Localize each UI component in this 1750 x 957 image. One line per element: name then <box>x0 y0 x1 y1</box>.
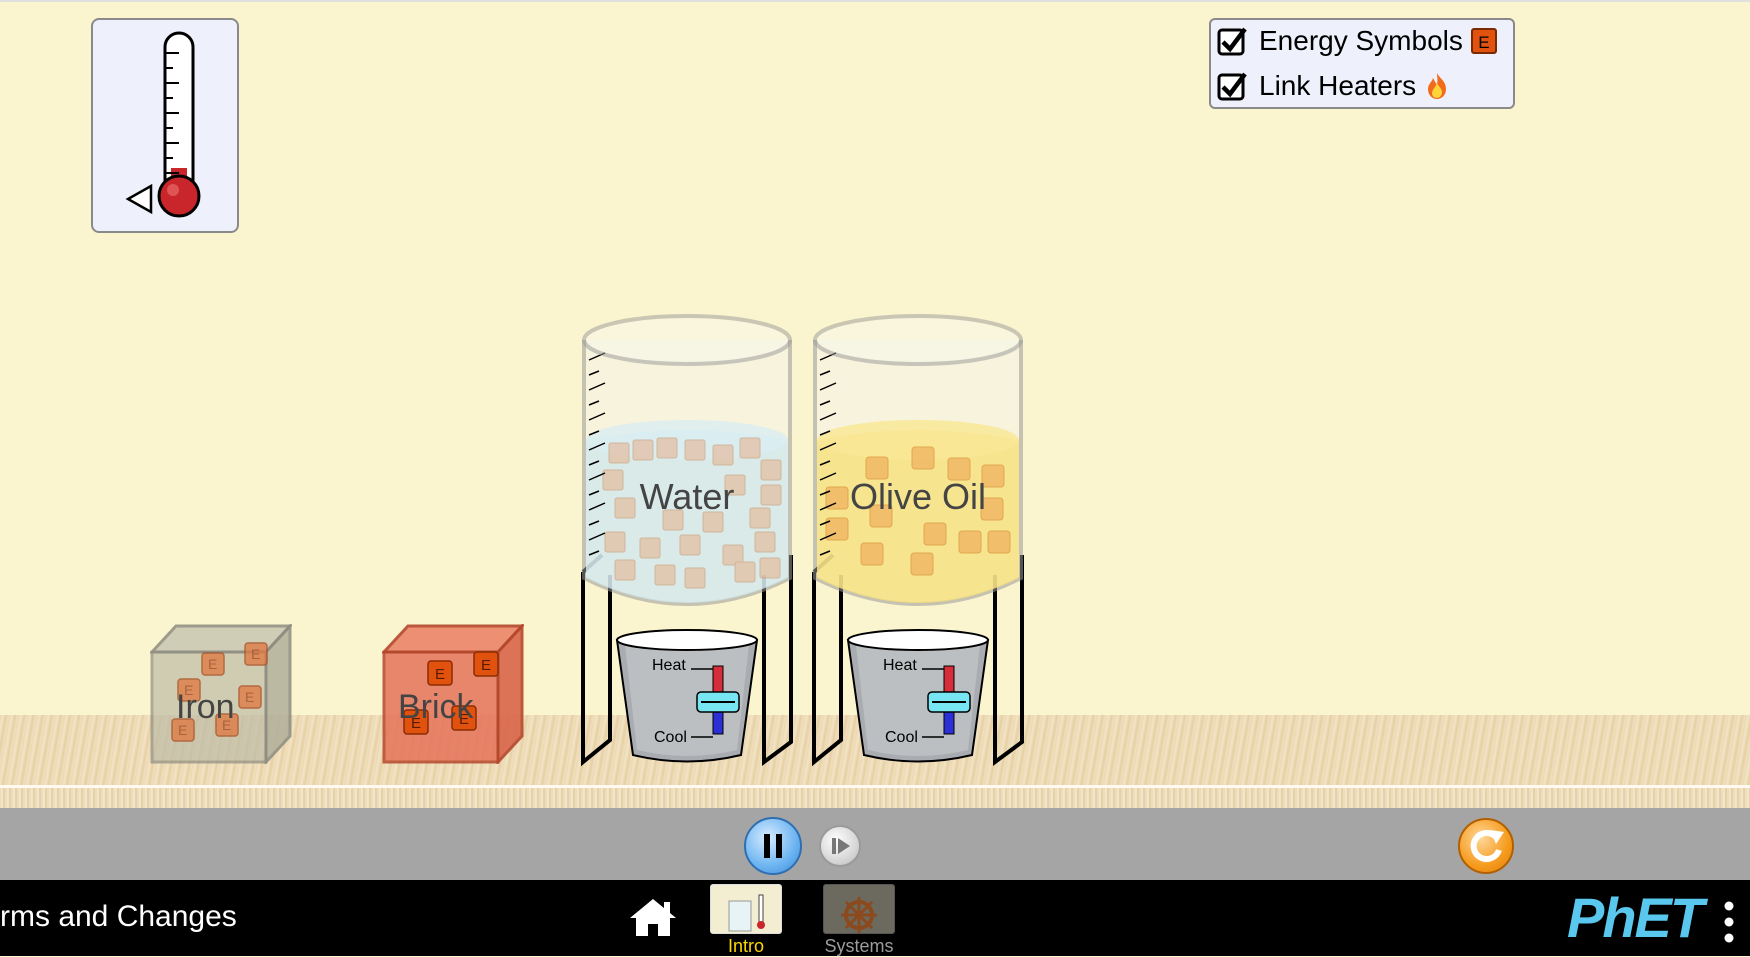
water-label: Water <box>639 476 735 517</box>
checkbox-checked-icon[interactable] <box>1217 71 1247 101</box>
options-panel: Energy Symbols E Link Heaters <box>1209 18 1515 109</box>
svg-text:E: E <box>245 689 254 705</box>
reset-all-button[interactable] <box>1458 818 1514 874</box>
olive-oil-label: Olive Oil <box>849 476 987 517</box>
ship-wheel-icon <box>841 897 877 933</box>
water-beaker-assembly <box>581 314 793 767</box>
tab-intro-label: Intro <box>727 936 765 956</box>
checkbox-checked-icon[interactable] <box>1217 26 1247 56</box>
step-forward-button[interactable] <box>819 825 861 867</box>
energy-symbols-checkbox[interactable]: Energy Symbols E <box>1217 21 1497 61</box>
cool-label: Cool <box>885 729 918 746</box>
step-forward-icon <box>832 838 850 854</box>
flame-icon <box>1428 73 1447 99</box>
menu-icon[interactable] <box>1724 900 1734 944</box>
intro-thumbnail <box>710 884 782 934</box>
tab-systems[interactable]: Systems <box>822 884 896 957</box>
brick-block[interactable]: EEEE Brick <box>380 622 526 766</box>
table-edge <box>0 785 1750 808</box>
svg-text:E: E <box>251 646 260 662</box>
iron-label: Iron <box>176 688 235 726</box>
brick-label: Brick <box>398 688 474 726</box>
systems-thumbnail <box>823 884 895 934</box>
heat-label: Heat <box>883 657 917 674</box>
pause-button[interactable] <box>744 817 802 875</box>
thermometer-toolbox[interactable] <box>91 18 239 233</box>
link-heaters-label: Link Heaters <box>1259 70 1417 101</box>
energy-symbols-label: Energy Symbols <box>1259 25 1463 56</box>
iron-block[interactable]: EEE EEE Iron <box>148 622 294 766</box>
svg-text:E: E <box>208 656 217 672</box>
olive-oil-heater-slider[interactable] <box>928 690 972 714</box>
energy-chunk-icon: E <box>1470 28 1497 54</box>
svg-text:E: E <box>435 666 445 683</box>
svg-text:E: E <box>481 657 491 674</box>
tab-systems-label: Systems <box>824 936 894 956</box>
water-heater-slider[interactable] <box>697 690 741 714</box>
sim-title: rms and Changes <box>0 900 237 933</box>
pause-icon <box>764 834 782 858</box>
tab-intro[interactable]: Intro <box>709 884 783 957</box>
olive-oil-beaker-assembly <box>812 314 1024 767</box>
thermometer-icon[interactable] <box>91 18 239 233</box>
cool-label: Cool <box>654 729 687 746</box>
link-heaters-checkbox[interactable]: Link Heaters <box>1217 66 1450 106</box>
home-icon[interactable] <box>628 896 678 940</box>
phet-logo[interactable]: PhET <box>1567 885 1704 950</box>
reset-icon <box>1470 830 1504 862</box>
heat-label: Heat <box>652 657 686 674</box>
